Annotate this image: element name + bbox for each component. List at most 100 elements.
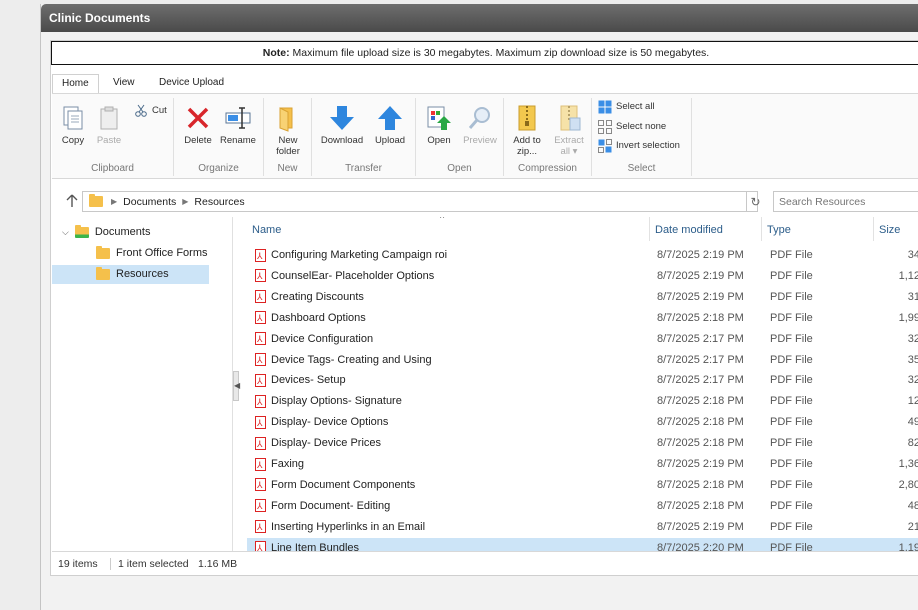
table-row[interactable]: CounselEar- Placeholder Options 8/7/2025 …	[247, 266, 918, 286]
refresh-button[interactable]: ↻	[746, 192, 764, 211]
column-name[interactable]: Name	[247, 217, 649, 241]
add-to-zip-label-1: Add to	[513, 135, 541, 146]
file-size: 21	[907, 520, 918, 533]
copy-button[interactable]: Copy	[58, 104, 88, 146]
file-name-cell: Device Tags- Creating and Using	[255, 350, 645, 370]
add-to-zip-button[interactable]: Add to zip...	[508, 104, 546, 157]
paste-label: Paste	[96, 135, 122, 146]
cut-button[interactable]: Cut	[134, 104, 167, 118]
new-folder-icon	[279, 107, 293, 132]
delete-button[interactable]: Delete	[182, 104, 214, 146]
file-name: Device Configuration	[271, 332, 374, 345]
new-folder-button[interactable]: New folder	[272, 104, 304, 157]
file-size: 82	[907, 437, 918, 450]
up-arrow-icon[interactable]	[64, 193, 80, 209]
file-name: Form Document- Editing	[271, 499, 391, 512]
file-list: Name ^ Date modified Type Size Configuri…	[247, 217, 918, 551]
sort-ascending-icon: ^	[440, 217, 445, 223]
invert-selection-button[interactable]: Invert selection	[598, 139, 680, 153]
table-row[interactable]: Display- Device Prices 8/7/2025 2:18 PM PD…	[247, 433, 918, 453]
file-name-cell: Display Options- Signature	[255, 391, 645, 411]
file-type: PDF File	[770, 499, 813, 512]
open-button[interactable]: Open	[422, 104, 456, 146]
breadcrumb-documents[interactable]: Documents	[123, 196, 176, 208]
tab-device-upload[interactable]: Device Upload	[150, 74, 233, 94]
new-group-label: New	[277, 163, 298, 174]
file-type: PDF File	[770, 311, 813, 324]
tree-item-front-office-forms[interactable]: Front Office Forms	[96, 244, 207, 263]
pdf-file-icon	[255, 308, 266, 328]
tree-item-label: Documents	[94, 226, 151, 238]
select-group: Select all Select none Invert selection …	[592, 98, 692, 176]
table-row[interactable]: Device Tags- Creating and Using 8/7/2025 …	[247, 350, 918, 370]
scissors-icon	[135, 104, 147, 117]
file-date-modified: 8/7/2025 2:19 PM	[657, 249, 744, 261]
upload-button[interactable]: Upload	[370, 104, 410, 146]
rename-button[interactable]: Rename	[218, 104, 258, 146]
file-date-modified: 8/7/2025 2:18 PM	[657, 437, 744, 450]
tab-view[interactable]: View	[104, 74, 144, 94]
folder-icon	[74, 225, 89, 238]
select-all-icon	[598, 100, 612, 114]
paste-button[interactable]: Paste	[94, 104, 124, 146]
file-name: Form Document Components	[271, 478, 416, 491]
column-size[interactable]: Size	[873, 217, 918, 241]
file-name-cell: Devices- Setup	[255, 370, 645, 390]
file-name: Faxing	[271, 458, 305, 470]
table-row[interactable]: Inserting Hyperlinks in an Email 8/7/2025…	[247, 517, 918, 537]
file-type: PDF File	[770, 458, 813, 470]
breadcrumb: ▶ Documents ▶ Resources	[82, 191, 758, 212]
breadcrumb-resources[interactable]: Resources	[194, 196, 244, 208]
file-name: Display- Device Prices	[271, 437, 382, 450]
tab-home[interactable]: Home	[52, 74, 99, 94]
file-date-modified: 8/7/2025 2:18 PM	[657, 395, 744, 408]
file-name-cell: Form Document- Editing	[255, 496, 645, 516]
table-row[interactable]: Line Item Bundles 8/7/2025 2:20 PM PDF Fil…	[247, 537, 918, 551]
pane-splitter[interactable]: ◀	[232, 217, 240, 551]
tree-item-documents[interactable]: ⌵ Documents	[62, 223, 150, 242]
column-date-modified[interactable]: Date modified	[649, 217, 761, 241]
file-size: 35	[907, 353, 918, 366]
download-button[interactable]: Download	[318, 104, 366, 146]
preview-magnifier-icon	[468, 107, 490, 129]
transfer-group-label: Transfer	[345, 163, 382, 174]
compression-group: Add to zip... Extract all ▾ Compression	[504, 98, 592, 176]
file-type: PDF File	[770, 437, 813, 450]
file-size: 2,80	[898, 478, 918, 491]
tree-item-label: Resources	[116, 268, 169, 280]
file-name: Line Item Bundles	[271, 541, 360, 551]
file-size: 34	[907, 249, 918, 261]
table-row[interactable]: Dashboard Options 8/7/2025 2:18 PM PDF Fil…	[247, 308, 918, 328]
select-none-icon	[598, 120, 612, 134]
search-input[interactable]	[773, 191, 918, 212]
extract-all-button[interactable]: Extract all ▾	[550, 104, 588, 157]
download-arrow-icon	[330, 106, 354, 130]
cut-label: Cut	[152, 105, 167, 116]
column-type[interactable]: Type	[761, 217, 873, 241]
table-row[interactable]: Display- Device Options 8/7/2025 2:18 PM P…	[247, 412, 918, 432]
table-row[interactable]: Devices- Setup 8/7/2025 2:17 PM PDF File 32	[247, 370, 918, 390]
select-none-button[interactable]: Select none	[598, 120, 666, 134]
table-row[interactable]: Faxing 8/7/2025 2:19 PM PDF File 1,36	[247, 454, 918, 474]
table-row[interactable]: Device Configuration 8/7/2025 2:17 PM PDF …	[247, 329, 918, 349]
chevron-down-icon[interactable]: ⌵	[62, 223, 69, 242]
table-row[interactable]: Creating Discounts 8/7/2025 2:19 PM PDF Fi…	[247, 287, 918, 307]
table-row[interactable]: Form Document- Editing 8/7/2025 2:18 PM PD…	[247, 496, 918, 516]
organize-group-label: Organize	[198, 163, 239, 174]
note-text: Maximum file upload size is 30 megabytes…	[289, 47, 710, 59]
file-name-cell: Creating Discounts	[255, 287, 645, 307]
table-row[interactable]: Display Options- Signature 8/7/2025 2:18 …	[247, 391, 918, 411]
preview-button[interactable]: Preview	[460, 104, 500, 146]
pdf-file-icon	[255, 287, 266, 307]
open-label: Open	[427, 135, 451, 146]
table-row[interactable]: Form Document Components 8/7/2025 2:18 PM…	[247, 475, 918, 495]
table-row[interactable]: Configuring Marketing Campaign roi 8/7/20…	[247, 245, 918, 265]
select-all-button[interactable]: Select all	[598, 100, 655, 114]
tree-item-resources[interactable]: Resources	[52, 265, 209, 284]
file-size: 49	[907, 416, 918, 429]
pdf-file-icon	[255, 329, 266, 349]
file-name: CounselEar- Placeholder Options	[271, 269, 435, 282]
file-name-cell: Device Configuration	[255, 329, 645, 349]
collapse-handle[interactable]: ◀	[233, 371, 240, 401]
file-date-modified: 8/7/2025 2:19 PM	[657, 520, 744, 533]
